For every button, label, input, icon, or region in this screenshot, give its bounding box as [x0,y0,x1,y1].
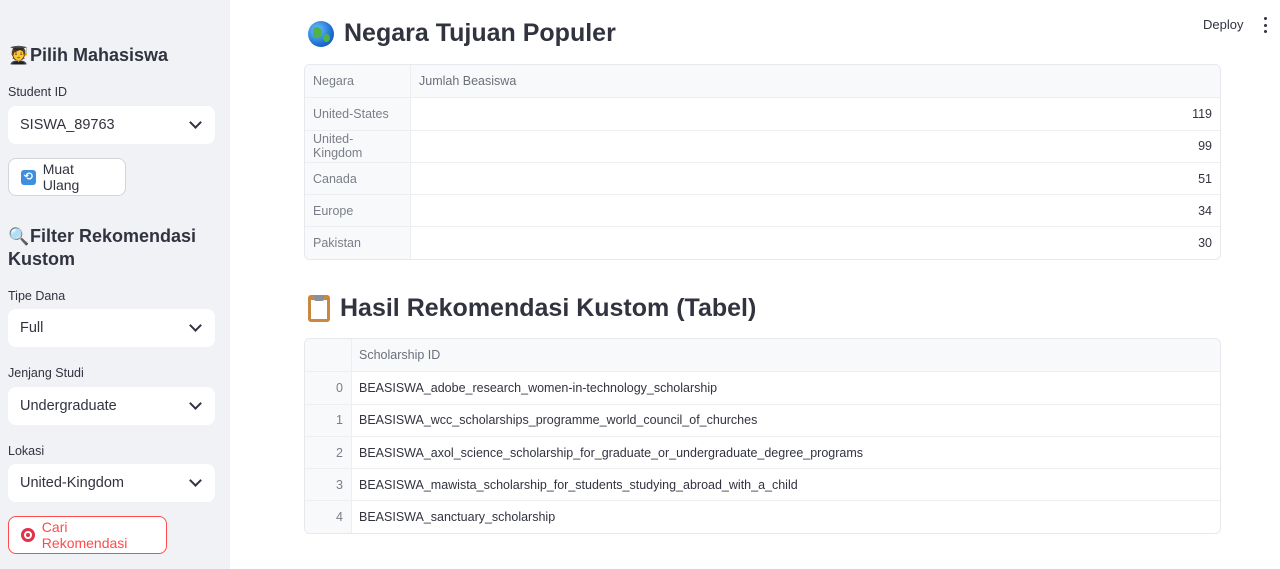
count-cell: 99 [1198,139,1212,154]
column-header[interactable]: Negara [305,65,411,98]
country-cell: Canada [305,162,411,195]
tipe-dana-value: Full [20,320,44,336]
more-menu-icon[interactable] [1262,17,1268,33]
scholarship-id-cell: BEASISWA_wcc_scholarships_programme_worl… [359,413,758,428]
student-icon: 🧑‍🎓 [8,46,30,65]
popular-countries-heading: Negara Tujuan Populer [308,19,616,48]
country-cell: United-Kingdom [305,130,411,162]
country-cell: United-States [305,98,411,130]
count-cell: 34 [1198,203,1212,218]
search-recommendation-button[interactable]: Cari Rekomendasi [8,516,167,554]
column-header[interactable]: Jumlah Beasiswa [411,65,1220,97]
chevron-down-icon [189,397,202,410]
lokasi-select[interactable]: United-Kingdom [8,464,215,502]
student-id-value: SISWA_89763 [20,117,115,133]
scholarship-id-cell: BEASISWA_mawista_scholarship_for_student… [359,477,798,492]
reload-button-label: Muat Ulang [42,161,80,193]
student-id-select[interactable]: SISWA_89763 [8,106,215,144]
reload-icon: ⟲ [21,169,36,185]
magnifier-icon: 🔍 [8,227,30,246]
table-row: United-Kingdom 99 [305,129,1220,162]
table-row: 1 BEASISWA_wcc_scholarships_programme_wo… [305,403,1220,436]
popular-countries-table[interactable]: Negara Jumlah Beasiswa United-States 119… [304,64,1221,260]
scholarship-id-cell: BEASISWA_axol_science_scholarship_for_gr… [359,445,864,460]
index-cell: 0 [305,372,352,404]
index-cell: 2 [305,436,352,469]
lokasi-value: United-Kingdom [20,475,124,491]
custom-results-title: Hasil Rekomendasi Kustom (Tabel) [340,294,757,322]
jenjang-studi-select[interactable]: Undergraduate [8,387,215,425]
reload-button[interactable]: ⟲ Muat Ulang [8,158,126,196]
jenjang-studi-label: Jenjang Studi [8,366,84,380]
globe-icon [308,20,334,47]
table-row: 3 BEASISWA_mawista_scholarship_for_stude… [305,468,1220,501]
table-row: Europe 34 [305,194,1220,227]
count-cell: 51 [1198,171,1212,186]
index-column-header[interactable] [305,339,352,372]
scholarship-id-cell: BEASISWA_adobe_research_women-in-technol… [359,380,718,395]
index-cell: 4 [305,501,352,533]
table-header-row: Negara Jumlah Beasiswa [305,65,1220,98]
country-cell: Pakistan [305,227,411,259]
target-icon [21,528,35,542]
filter-section-heading: 🔍Filter Rekomendasi Kustom [8,225,208,270]
tipe-dana-label: Tipe Dana [8,289,66,303]
chevron-down-icon [189,474,202,487]
jenjang-studi-value: Undergraduate [20,398,117,414]
search-button-label: Cari Rekomendasi [41,519,128,551]
sidebar: 🧑‍🎓Pilih Mahasiswa Student ID SISWA_8976… [0,0,230,569]
table-row: 2 BEASISWA_axol_science_scholarship_for_… [305,435,1220,469]
column-header[interactable]: Scholarship ID [352,339,1220,371]
index-cell: 1 [305,404,352,436]
count-cell: 119 [1192,106,1212,121]
table-header-row: Scholarship ID [305,339,1220,372]
chevron-down-icon [189,319,202,332]
student-id-label: Student ID [8,85,68,99]
student-section-title: Pilih Mahasiswa [30,45,169,65]
scholarship-id-cell: BEASISWA_sanctuary_scholarship [359,510,556,525]
clipboard-icon [308,295,330,322]
custom-results-heading: Hasil Rekomendasi Kustom (Tabel) [308,294,756,323]
lokasi-label: Lokasi [8,444,45,458]
index-cell: 3 [305,469,352,501]
country-cell: Europe [305,195,411,227]
chevron-down-icon [189,116,202,129]
student-section-heading: 🧑‍🎓Pilih Mahasiswa [8,44,208,67]
tipe-dana-select[interactable]: Full [8,309,215,347]
count-cell: 30 [1198,236,1212,251]
table-row: United-States 119 [305,97,1220,130]
table-row: 4 BEASISWA_sanctuary_scholarship [305,500,1220,533]
deploy-button[interactable]: Deploy [1203,17,1243,32]
table-row: Canada 51 [305,161,1220,195]
custom-results-table[interactable]: Scholarship ID 0 BEASISWA_adobe_research… [304,338,1221,534]
popular-countries-title: Negara Tujuan Populer [344,19,616,47]
table-row: Pakistan 30 [305,226,1220,259]
filter-section-title: Filter Rekomendasi Kustom [8,226,197,269]
table-row: 0 BEASISWA_adobe_research_women-in-techn… [305,371,1220,404]
